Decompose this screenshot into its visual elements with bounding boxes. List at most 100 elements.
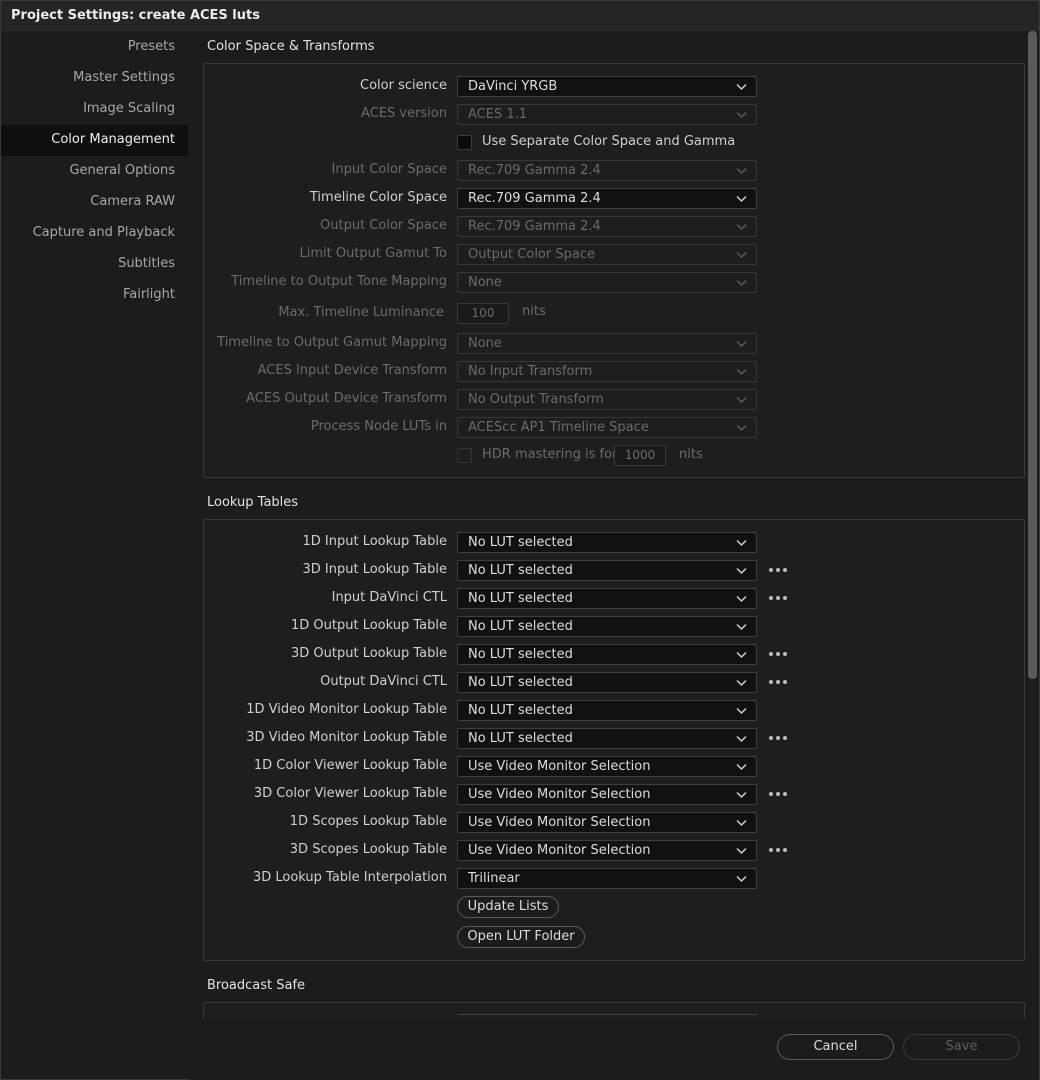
lut-dropdown[interactable]: No LUT selected: [457, 532, 757, 553]
lut-row-label: Input DaVinci CTL: [331, 590, 447, 605]
aces-idt-label: ACES Input Device Transform: [257, 363, 447, 378]
lut-row-label: 1D Color Viewer Lookup Table: [253, 758, 447, 773]
dropdown-value: No LUT selected: [468, 703, 573, 718]
cancel-button[interactable]: Cancel: [777, 1034, 894, 1060]
lut-row-label: 3D Color Viewer Lookup Table: [253, 786, 447, 801]
more-options-icon[interactable]: [767, 647, 789, 661]
section-title-color-space: Color Space & Transforms: [207, 39, 375, 54]
lut-dropdown[interactable]: No LUT selected: [457, 588, 757, 609]
input-color-space-label: Input Color Space: [331, 162, 447, 177]
dropdown-value: No LUT selected: [468, 647, 573, 662]
more-options-icon[interactable]: [767, 843, 789, 857]
lut-dropdown[interactable]: No LUT selected: [457, 672, 757, 693]
aces-odt-dropdown[interactable]: No Output Transform: [457, 389, 757, 410]
update-lists-button[interactable]: Update Lists: [457, 896, 559, 918]
lut-dropdown[interactable]: Use Video Monitor Selection: [457, 840, 757, 861]
lut-row-label: 3D Lookup Table Interpolation: [252, 870, 447, 885]
hdr-mastering-checkbox[interactable]: [457, 448, 472, 463]
color-space-panel: [203, 63, 1025, 478]
more-options-icon[interactable]: [767, 591, 789, 605]
dropdown-value: No LUT selected: [468, 675, 573, 690]
chevron-down-icon: [736, 537, 747, 548]
dropdown-value: DaVinci YRGB: [468, 79, 558, 94]
input-color-space-dropdown[interactable]: Rec.709 Gamma 2.4: [457, 160, 757, 181]
chevron-down-icon: [736, 593, 747, 604]
lut-row-label: 3D Scopes Lookup Table: [289, 842, 447, 857]
chevron-down-icon: [736, 221, 747, 232]
chevron-down-icon: [736, 193, 747, 204]
gamut-mapping-dropdown[interactable]: None: [457, 333, 757, 354]
lut-dropdown[interactable]: No LUT selected: [457, 616, 757, 637]
lut-dropdown[interactable]: No LUT selected: [457, 700, 757, 721]
chevron-down-icon: [736, 789, 747, 800]
chevron-down-icon: [736, 649, 747, 660]
chevron-down-icon: [736, 565, 747, 576]
chevron-down-icon: [736, 422, 747, 433]
lut-dropdown[interactable]: No LUT selected: [457, 644, 757, 665]
max-luminance-field[interactable]: 100: [457, 303, 509, 324]
lut-dropdown[interactable]: Use Video Monitor Selection: [457, 812, 757, 833]
separate-color-space-label: Use Separate Color Space and Gamma: [482, 134, 736, 149]
section-title-lookup-tables: Lookup Tables: [207, 495, 299, 510]
save-button[interactable]: Save: [903, 1034, 1020, 1060]
aces-idt-dropdown[interactable]: No Input Transform: [457, 361, 757, 382]
lut-row-label: 1D Scopes Lookup Table: [289, 814, 447, 829]
lut-dropdown[interactable]: No LUT selected: [457, 728, 757, 749]
lut-dropdown[interactable]: Use Video Monitor Selection: [457, 784, 757, 805]
tone-mapping-dropdown[interactable]: None: [457, 272, 757, 293]
chevron-down-icon: [736, 705, 747, 716]
lut-dropdown[interactable]: No LUT selected: [457, 560, 757, 581]
sidebar-item-color-management[interactable]: Color Management: [1, 125, 188, 156]
output-color-space-label: Output Color Space: [320, 218, 447, 233]
open-lut-folder-button[interactable]: Open LUT Folder: [457, 926, 585, 948]
lut-row-label: 3D Video Monitor Lookup Table: [246, 730, 447, 745]
limit-output-gamut-dropdown[interactable]: Output Color Space: [457, 244, 757, 265]
dropdown-value: No LUT selected: [468, 591, 573, 606]
max-luminance-label: Max. Timeline Luminance: [278, 305, 444, 320]
title-bar: Project Settings: create ACES luts: [1, 1, 1039, 31]
lut-row-label: Output DaVinci CTL: [320, 674, 447, 689]
sidebar-item-presets[interactable]: Presets: [1, 32, 188, 63]
lut-dropdown[interactable]: Use Video Monitor Selection: [457, 756, 757, 777]
dropdown-value: Rec.709 Gamma 2.4: [468, 191, 601, 206]
gamut-mapping-label: Timeline to Output Gamut Mapping: [217, 335, 447, 350]
tone-mapping-label: Timeline to Output Tone Mapping: [231, 274, 447, 289]
chevron-down-icon: [736, 338, 747, 349]
max-luminance-unit: nits: [522, 304, 546, 319]
section-title-broadcast-safe: Broadcast Safe: [207, 978, 306, 993]
more-options-icon[interactable]: [767, 563, 789, 577]
process-node-luts-dropdown[interactable]: ACEScc AP1 Timeline Space: [457, 417, 757, 438]
chevron-down-icon: [736, 677, 747, 688]
chevron-down-icon: [736, 845, 747, 856]
lut-row-label: 1D Video Monitor Lookup Table: [246, 702, 447, 717]
output-color-space-dropdown[interactable]: Rec.709 Gamma 2.4: [457, 216, 757, 237]
aces-version-dropdown[interactable]: ACES 1.1: [457, 104, 757, 125]
window-title: Project Settings: create ACES luts: [11, 8, 260, 23]
more-options-icon[interactable]: [767, 787, 789, 801]
dropdown-value: No LUT selected: [468, 563, 573, 578]
dropdown-value: No Output Transform: [468, 392, 604, 407]
vertical-scrollbar[interactable]: [1028, 31, 1037, 679]
lut-dropdown[interactable]: Trilinear: [457, 868, 757, 889]
color-science-dropdown[interactable]: DaVinci YRGB: [457, 76, 757, 97]
dropdown-value: ACES 1.1: [468, 107, 528, 122]
dropdown-value: No Input Transform: [468, 364, 593, 379]
dropdown-value: None: [468, 275, 502, 290]
chevron-down-icon: [736, 249, 747, 260]
more-options-icon[interactable]: [767, 731, 789, 745]
aces-version-label: ACES version: [361, 106, 447, 121]
more-options-icon[interactable]: [767, 675, 789, 689]
dropdown-value: No LUT selected: [468, 535, 573, 550]
hdr-mastering-field[interactable]: 1000: [614, 445, 666, 466]
lut-row-label: 1D Input Lookup Table: [302, 534, 448, 549]
timeline-color-space-dropdown[interactable]: Rec.709 Gamma 2.4: [457, 188, 757, 209]
dropdown-value: Rec.709 Gamma 2.4: [468, 163, 601, 178]
dropdown-value: No LUT selected: [468, 619, 573, 634]
hdr-mastering-unit: nits: [679, 447, 703, 462]
limit-output-gamut-label: Limit Output Gamut To: [299, 246, 447, 261]
chevron-down-icon: [736, 81, 747, 92]
dropdown-value: Use Video Monitor Selection: [468, 787, 651, 802]
chevron-down-icon: [736, 733, 747, 744]
separate-color-space-checkbox[interactable]: [457, 135, 472, 150]
dropdown-value: Trilinear: [468, 871, 520, 886]
